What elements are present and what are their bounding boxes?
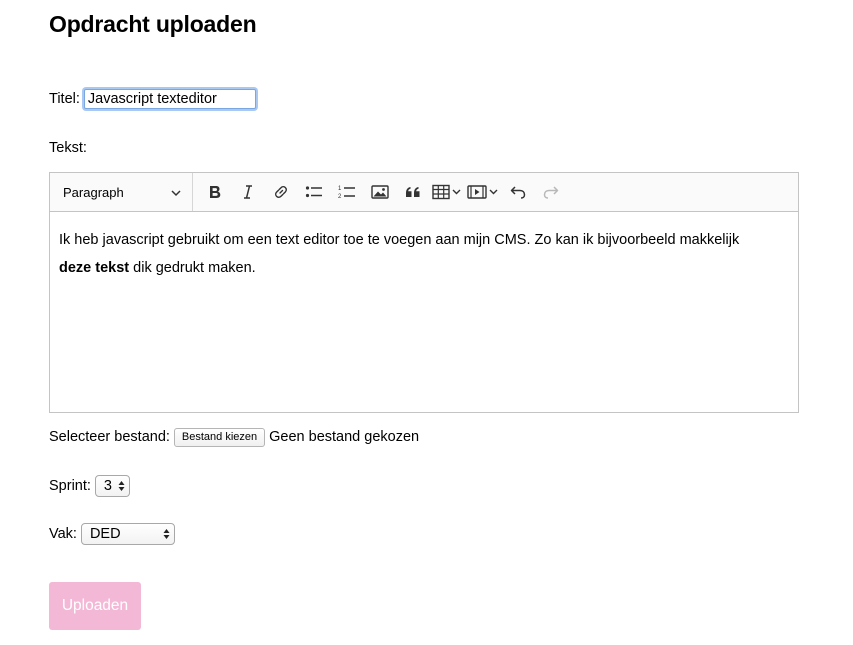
heading-dropdown-label: Paragraph	[63, 184, 124, 200]
bold-icon[interactable]	[201, 178, 229, 206]
italic-icon[interactable]	[234, 178, 262, 206]
vak-row: Vak: DED	[49, 522, 175, 546]
rich-text-editor: Paragraph 12 Ik heb javascript gebruikt …	[49, 172, 799, 413]
sprint-row: Sprint: 3	[49, 474, 130, 498]
redo-icon	[537, 178, 565, 206]
editor-content[interactable]: Ik heb javascript gebruikt om een text e…	[50, 212, 798, 282]
vak-select[interactable]: DED	[80, 523, 175, 545]
file-row: Selecteer bestand: Bestand kiezen Geen b…	[49, 426, 419, 448]
sprint-value: 3	[103, 478, 112, 494]
updown-arrows-icon	[163, 528, 170, 540]
choose-file-button[interactable]: Bestand kiezen	[173, 427, 266, 447]
title-input[interactable]	[83, 89, 256, 109]
title-row: Titel:	[49, 88, 256, 110]
file-status: Geen bestand gekozen	[269, 429, 420, 445]
file-label: Selecteer bestand:	[49, 429, 170, 445]
sprint-label: Sprint:	[49, 478, 91, 494]
updown-arrows-icon	[118, 480, 125, 492]
chevron-down-icon	[171, 185, 181, 200]
table-icon[interactable]	[432, 178, 462, 206]
editor-text-part1: Ik heb javascript gebruikt om een text e…	[59, 232, 740, 248]
vak-label: Vak:	[49, 526, 77, 542]
undo-icon[interactable]	[504, 178, 532, 206]
media-icon[interactable]	[467, 178, 499, 206]
editor-text-part2: dik gedrukt maken.	[129, 260, 256, 276]
sprint-select[interactable]: 3	[94, 475, 130, 497]
svg-text:2: 2	[338, 194, 342, 200]
heading-dropdown[interactable]: Paragraph	[50, 173, 193, 211]
upload-button[interactable]: Uploaden	[49, 582, 141, 630]
page-title: Opdracht uploaden	[49, 11, 257, 37]
vak-value: DED	[89, 526, 121, 542]
editor-bold-text: deze tekst	[59, 260, 130, 276]
image-icon[interactable]	[366, 178, 394, 206]
editor-toolbar: Paragraph 12	[50, 173, 798, 212]
svg-text:1: 1	[338, 186, 342, 192]
title-label: Titel:	[49, 91, 80, 107]
link-icon[interactable]	[267, 178, 295, 206]
bulleted-list-icon[interactable]	[300, 178, 328, 206]
numbered-list-icon[interactable]: 12	[333, 178, 361, 206]
blockquote-icon[interactable]	[399, 178, 427, 206]
text-label: Tekst:	[49, 140, 87, 156]
